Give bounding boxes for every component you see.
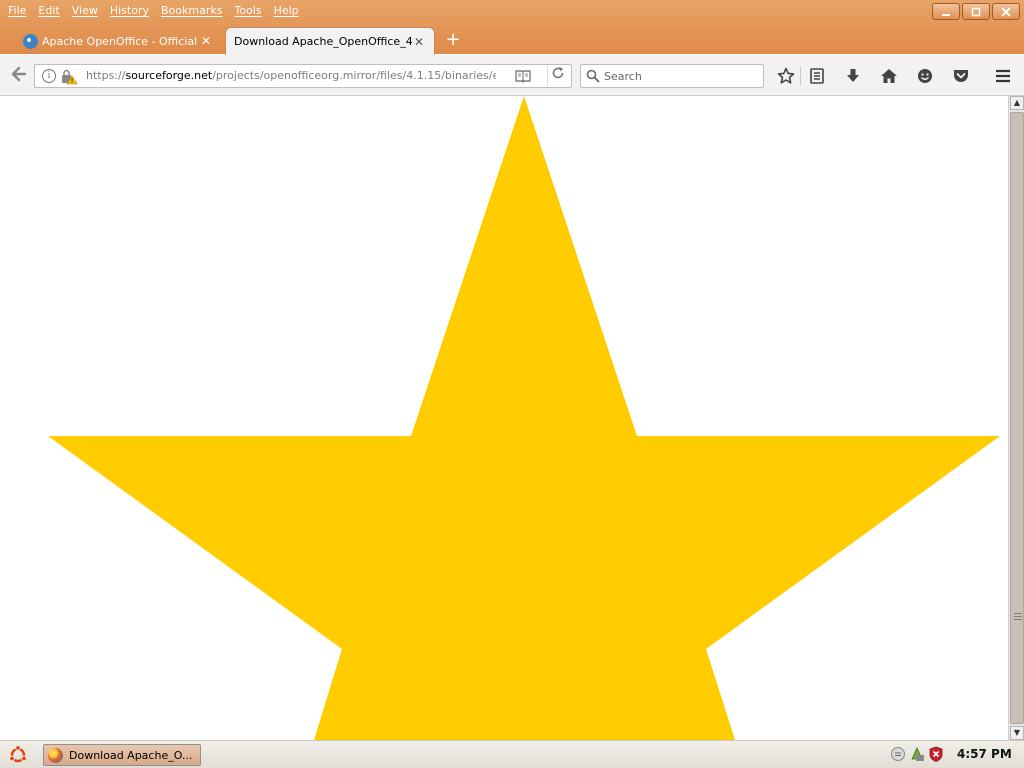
- url-scheme: https://: [86, 69, 126, 82]
- star-icon: [777, 67, 795, 84]
- pocket-button[interactable]: [950, 65, 972, 87]
- lock-warning-icon[interactable]: [61, 69, 77, 85]
- shield-icon[interactable]: [928, 746, 944, 762]
- bookmark-star-button[interactable]: [775, 65, 797, 87]
- home-button[interactable]: [878, 65, 900, 87]
- vertical-scrollbar[interactable]: ▲ ▼: [1008, 96, 1024, 740]
- url-path: /projects/openofficeorg.mirror/files/4.1…: [212, 69, 496, 82]
- firefox-icon: [48, 747, 63, 763]
- taskbar-firefox-window[interactable]: Download Apache_O...: [43, 744, 201, 766]
- reload-button[interactable]: [547, 66, 567, 86]
- new-tab-button[interactable]: +: [443, 31, 463, 51]
- menu-history[interactable]: History: [106, 1, 157, 21]
- window-controls: [932, 3, 1020, 20]
- taskbar-window-label: Download Apache_O...: [69, 748, 193, 762]
- search-bar[interactable]: [580, 64, 764, 88]
- window-titlebar: File Edit View History Bookmarks Tools H…: [0, 0, 1024, 55]
- star-shape: [48, 96, 1000, 740]
- tab-close-icon[interactable]: ✕: [199, 34, 213, 48]
- star-image: [48, 96, 1000, 740]
- reading-list-icon: [810, 68, 824, 84]
- back-arrow-icon: [11, 66, 27, 82]
- chat-status-icon[interactable]: [890, 746, 906, 762]
- menu-bar: File Edit View History Bookmarks Tools H…: [0, 0, 307, 22]
- search-icon: [586, 69, 600, 83]
- scroll-thumb[interactable]: [1010, 112, 1024, 724]
- maximize-icon: [971, 7, 981, 16]
- home-icon: [881, 69, 897, 83]
- close-window-button[interactable]: [992, 3, 1020, 20]
- close-icon: [1001, 6, 1011, 17]
- taskbar: Download Apache_O... 4:57 PM: [0, 740, 1024, 768]
- reload-icon: [552, 67, 563, 79]
- navigation-toolbar: i https://sourceforge.net/projects/openo…: [0, 55, 1024, 96]
- menu-file[interactable]: File: [4, 1, 34, 21]
- scroll-grip-icon: [1014, 613, 1022, 620]
- tab-title: Download Apache_OpenOffice_4....: [234, 35, 412, 48]
- toolbar-separator: [800, 67, 801, 85]
- update-manager-icon[interactable]: [909, 746, 925, 762]
- openoffice-favicon-icon: [23, 34, 38, 49]
- reader-view-icon[interactable]: [515, 69, 531, 83]
- ubuntu-start-icon[interactable]: [8, 745, 28, 765]
- menu-view[interactable]: View: [68, 1, 106, 21]
- url-text[interactable]: https://sourceforge.net/projects/openoff…: [86, 65, 496, 87]
- tab-title: Apache OpenOffice - Official ...: [42, 34, 199, 48]
- reading-list-button[interactable]: [806, 65, 828, 87]
- url-bar[interactable]: i https://sourceforge.net/projects/openo…: [34, 64, 572, 88]
- downloads-button[interactable]: [842, 65, 864, 87]
- scroll-down-button[interactable]: ▼: [1010, 726, 1024, 740]
- back-button[interactable]: [8, 65, 30, 87]
- pocket-icon: [954, 70, 968, 82]
- hamburger-menu-icon: [996, 69, 1010, 83]
- tab-download-apache-openoffice[interactable]: Download Apache_OpenOffice_4.... ✕: [225, 27, 435, 55]
- download-icon: [847, 69, 859, 82]
- clock[interactable]: 4:57 PM: [957, 741, 1012, 768]
- tab-apache-openoffice[interactable]: Apache OpenOffice - Official ... ✕: [18, 27, 221, 55]
- minimize-button[interactable]: [932, 3, 960, 20]
- smiley-icon: [918, 69, 932, 83]
- open-menu-button[interactable]: [992, 65, 1014, 87]
- minimize-icon: [942, 13, 950, 16]
- tab-strip: Apache OpenOffice - Official ... ✕ Downl…: [0, 25, 1024, 55]
- info-icon[interactable]: i: [42, 69, 56, 83]
- scroll-up-button[interactable]: ▲: [1010, 96, 1024, 110]
- menu-tools[interactable]: Tools: [230, 1, 269, 21]
- menu-help[interactable]: Help: [270, 1, 307, 21]
- menu-edit[interactable]: Edit: [34, 1, 67, 21]
- maximize-button[interactable]: [962, 3, 990, 20]
- hello-button[interactable]: [914, 65, 936, 87]
- menu-bookmarks[interactable]: Bookmarks: [157, 1, 230, 21]
- url-host: sourceforge.net: [125, 69, 213, 82]
- search-input[interactable]: [604, 65, 759, 87]
- system-tray: [890, 746, 944, 762]
- page-content: [0, 96, 1008, 740]
- tab-close-icon[interactable]: ✕: [412, 35, 426, 49]
